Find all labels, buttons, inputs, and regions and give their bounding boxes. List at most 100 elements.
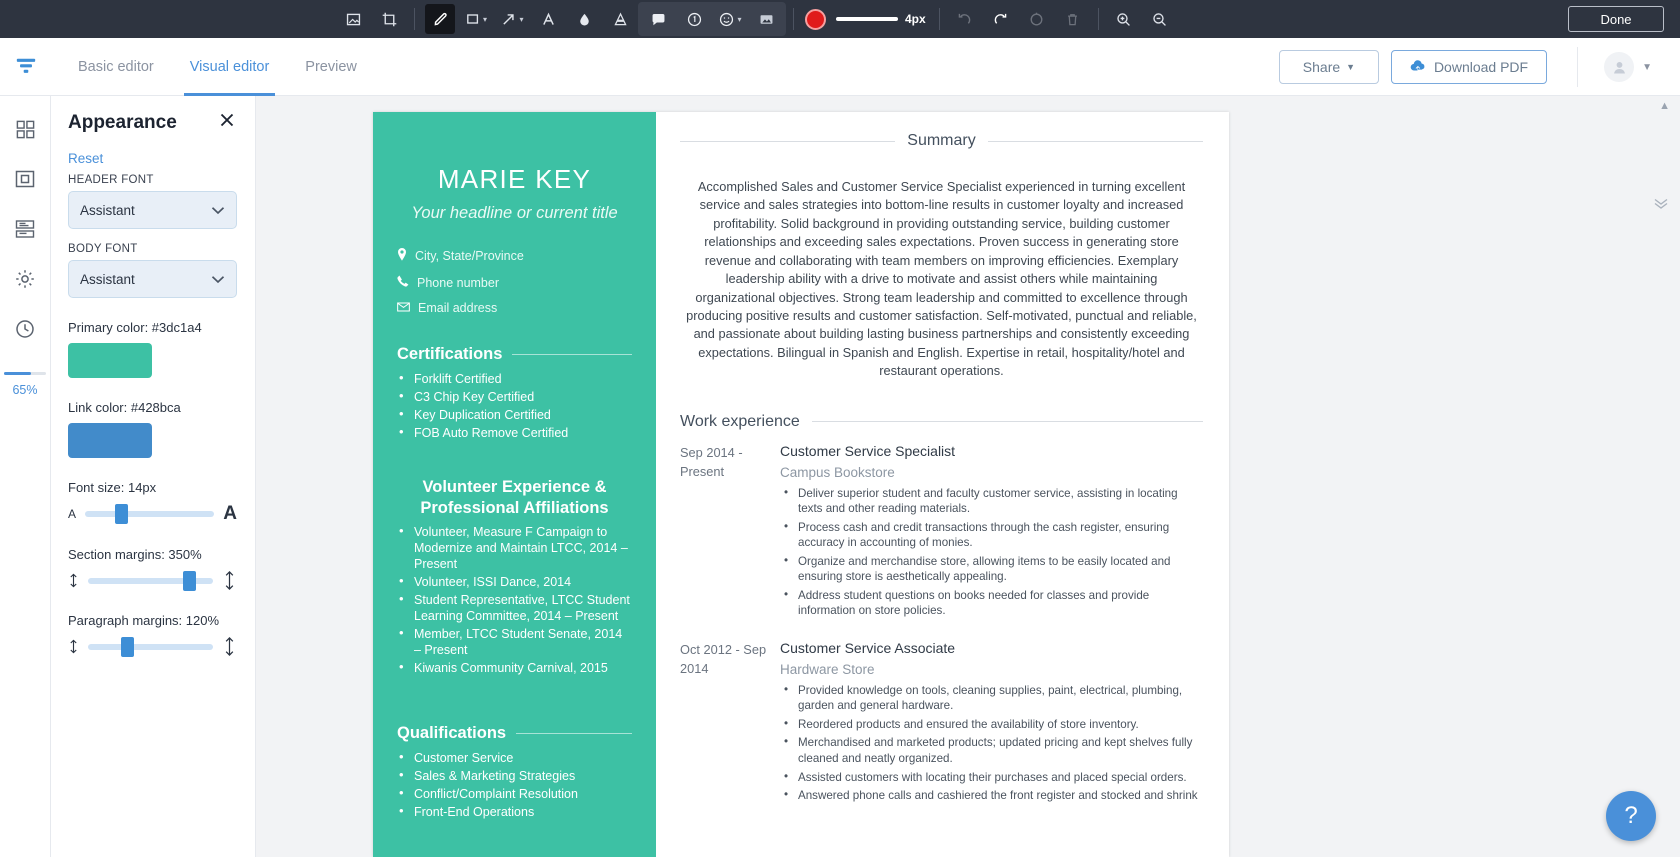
contact-location[interactable]: City, State/Province: [397, 248, 632, 264]
chevron-down-icon: ▼: [1642, 61, 1652, 73]
sidebar-item-templates[interactable]: [0, 104, 50, 154]
list-item[interactable]: Customer Service: [397, 749, 632, 766]
tab-basic-editor[interactable]: Basic editor: [60, 38, 172, 96]
large-vertical-arrows-icon: [222, 636, 237, 657]
list-item[interactable]: FOB Auto Remove Certified: [397, 424, 632, 441]
text-icon[interactable]: [533, 4, 563, 34]
list-item: Organize and merchandise store, allowing…: [780, 553, 1203, 585]
emoji-dropdown-caret[interactable]: ▾: [737, 15, 741, 24]
stroke-width-control[interactable]: 4px: [836, 12, 926, 26]
list-item[interactable]: Forklift Certified: [397, 370, 632, 387]
paragraph-margins-label: Paragraph margins: 120%: [68, 613, 220, 628]
sidebar-item-settings[interactable]: [0, 254, 50, 304]
header-actions: Share ▼ Download PDF ▼: [1278, 38, 1680, 96]
list-item: Deliver superior student and faculty cus…: [780, 485, 1203, 517]
undo-icon[interactable]: [950, 4, 980, 34]
color-swatch[interactable]: [805, 8, 826, 30]
reset-icon[interactable]: [1022, 4, 1052, 34]
section-margins-slider[interactable]: [88, 570, 213, 591]
job-entry[interactable]: Sep 2014 - Present Customer Service Spec…: [680, 443, 1203, 622]
link-color-swatch[interactable]: [68, 423, 152, 458]
number-icon[interactable]: [679, 4, 709, 34]
annotation-toolbar: ▾ ▾ ▾ 4px Done: [0, 0, 1680, 38]
list-item[interactable]: Key Duplication Certified: [397, 406, 632, 423]
slider-knob[interactable]: [120, 636, 134, 657]
download-pdf-button[interactable]: Download PDF: [1390, 50, 1548, 84]
zoom-in-icon[interactable]: [1109, 4, 1139, 34]
scroll-up-icon[interactable]: ▲: [1659, 100, 1670, 112]
job-organization: Hardware Store: [780, 661, 875, 677]
contact-phone[interactable]: Phone number: [397, 275, 632, 290]
primary-color-swatch[interactable]: [68, 343, 152, 378]
job-bullets: Provided knowledge on tools, cleaning su…: [780, 682, 1203, 804]
tab-preview[interactable]: Preview: [287, 38, 375, 96]
list-item[interactable]: Kiwanis Community Carnival, 2015: [397, 659, 632, 676]
trash-icon[interactable]: [1058, 4, 1088, 34]
contact-phone-text: Phone number: [417, 275, 500, 290]
paragraph-margins-slider[interactable]: [88, 636, 213, 657]
arrow-dropdown-caret[interactable]: ▾: [519, 15, 523, 24]
summary-text[interactable]: Accomplished Sales and Customer Service …: [680, 178, 1203, 381]
slider-knob[interactable]: [115, 504, 129, 524]
list-item[interactable]: Volunteer, ISSI Dance, 2014: [397, 573, 632, 590]
arrow-icon[interactable]: ▾: [497, 4, 527, 34]
comment-icon[interactable]: [643, 4, 673, 34]
list-item[interactable]: Student Representative, LTCC Student Lea…: [397, 591, 632, 624]
body-font-label: BODY FONT: [68, 243, 138, 255]
volunteer-list: Volunteer, Measure F Campaign to Moderni…: [397, 523, 632, 676]
zoom-out-icon[interactable]: [1145, 4, 1175, 34]
redo-icon[interactable]: [986, 4, 1016, 34]
certifications-heading[interactable]: Certifications: [397, 345, 632, 364]
list-item: Address student questions on books neede…: [780, 587, 1203, 619]
image-icon[interactable]: [751, 4, 781, 34]
list-item[interactable]: C3 Chip Key Certified: [397, 388, 632, 405]
list-item[interactable]: Conflict/Complaint Resolution: [397, 785, 632, 802]
rectangle-icon[interactable]: ▾: [461, 4, 491, 34]
tab-visual-editor[interactable]: Visual editor: [172, 38, 288, 96]
body-font-select[interactable]: Assistant: [68, 260, 237, 298]
volunteer-heading[interactable]: Volunteer Experience & Professional Affi…: [397, 477, 632, 518]
account-menu[interactable]: ▼: [1577, 47, 1652, 87]
list-item[interactable]: Member, LTCC Student Senate, 2014 – Pres…: [397, 625, 632, 658]
list-item[interactable]: Front-End Operations: [397, 803, 632, 820]
list-item[interactable]: Sales & Marketing Strategies: [397, 767, 632, 784]
close-icon[interactable]: [217, 110, 237, 135]
blur-icon[interactable]: [569, 4, 599, 34]
link-color-label: Link color: #428bca: [68, 400, 181, 415]
progress-track: [4, 372, 46, 375]
resume-name[interactable]: MARIE KEY: [397, 164, 632, 195]
rectangle-dropdown-caret[interactable]: ▾: [483, 15, 487, 24]
help-button[interactable]: ?: [1606, 791, 1656, 841]
stroke-width-label: 4px: [905, 12, 926, 26]
highlight-icon[interactable]: [605, 4, 635, 34]
resume-main: Summary Accomplished Sales and Customer …: [656, 112, 1229, 857]
toolbar-divider-2: [793, 8, 794, 30]
font-size-slider[interactable]: [85, 504, 215, 524]
contact-email[interactable]: Email address: [397, 301, 632, 315]
work-experience-heading[interactable]: Work experience: [680, 413, 1203, 431]
summary-heading[interactable]: Summary: [680, 132, 1204, 150]
header-font-select[interactable]: Assistant: [68, 191, 237, 229]
completeness-progress: 65%: [4, 372, 46, 397]
sidebar-item-sections[interactable]: [0, 204, 50, 254]
resume-headline[interactable]: Your headline or current title: [397, 204, 632, 223]
crop-icon[interactable]: [374, 4, 404, 34]
sidebar-item-layout[interactable]: [0, 154, 50, 204]
done-button[interactable]: Done: [1568, 6, 1664, 32]
share-button[interactable]: Share ▼: [1278, 50, 1379, 84]
qualifications-heading[interactable]: Qualifications: [397, 724, 632, 743]
sidebar-item-history[interactable]: [0, 304, 50, 354]
header-font-label: HEADER FONT: [68, 174, 154, 186]
resume-document[interactable]: MARIE KEY Your headline or current title…: [373, 112, 1229, 857]
job-entry[interactable]: Oct 2012 - Sep 2014 Customer Service Ass…: [680, 640, 1203, 807]
screenshot-icon[interactable]: [338, 4, 368, 34]
small-letter-icon: A: [68, 507, 77, 521]
reset-link[interactable]: Reset: [68, 151, 237, 166]
app-logo[interactable]: [0, 38, 52, 96]
collapse-toolbar-icon[interactable]: [1650, 192, 1672, 214]
list-item[interactable]: Volunteer, Measure F Campaign to Moderni…: [397, 523, 632, 572]
slider-knob[interactable]: [183, 570, 197, 591]
emoji-icon[interactable]: ▾: [715, 4, 745, 34]
header-font-value: Assistant: [80, 202, 135, 218]
pen-icon[interactable]: [425, 4, 455, 34]
